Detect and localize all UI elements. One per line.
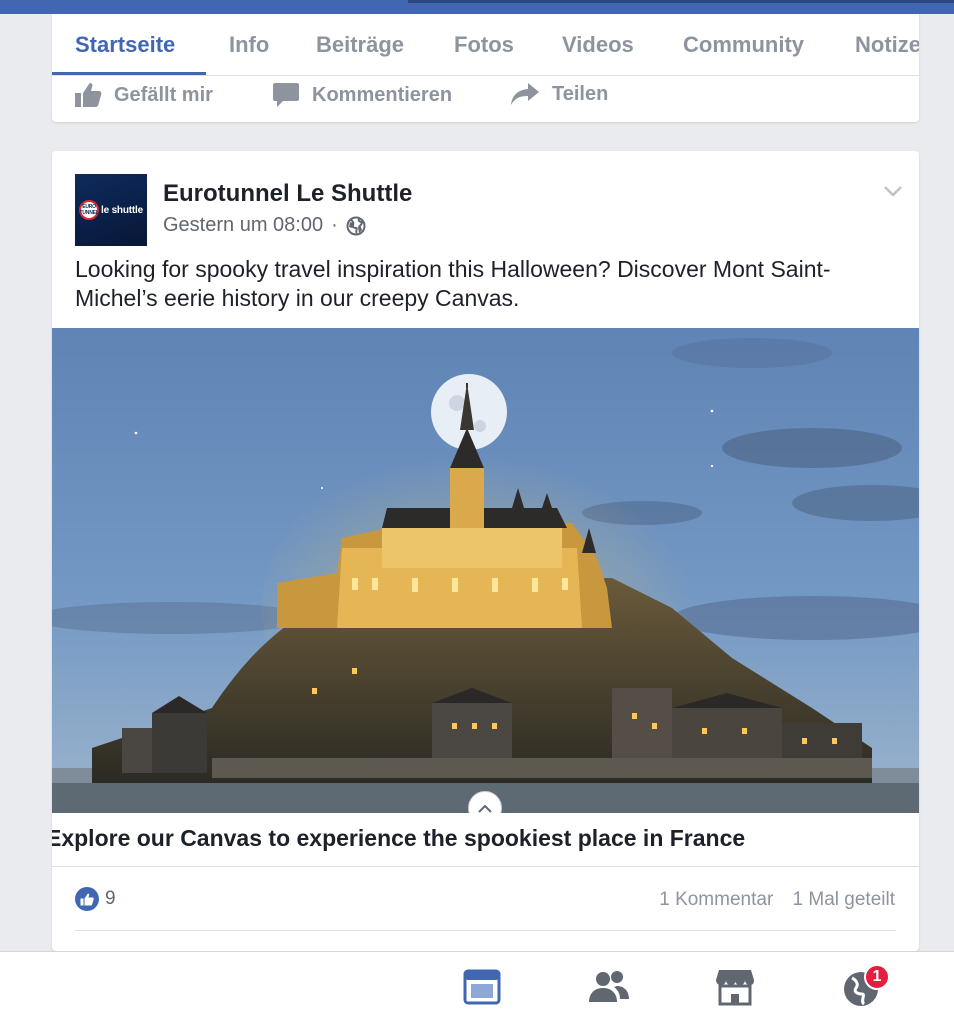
nav-notifications[interactable]: 1 [842,964,890,1013]
tab-startseite[interactable]: Startseite [75,32,175,58]
link-caption-bar[interactable]: Explore our Canvas to experience the spo… [52,813,919,867]
page-name-link[interactable]: Eurotunnel Le Shuttle [163,180,412,208]
friends-icon [589,971,629,1002]
page-action-row: Gefällt mir Kommentieren Teilen [52,76,919,121]
tab-videos[interactable]: Videos [562,32,634,58]
marketplace-icon [716,970,754,1006]
globe-icon [346,216,366,235]
tab-info[interactable]: Info [229,32,269,58]
post-card: EURO TUNNEL le shuttle Eurotunnel Le Shu… [52,151,919,951]
comment-button-label: Kommentieren [312,83,453,106]
comment-button[interactable]: Kommentieren [272,82,452,108]
reactions-summary[interactable]: 9 [75,887,116,911]
chevron-up-icon [478,804,492,813]
like-button-label: Gefällt mir [114,83,213,106]
tab-notizen[interactable]: Notize [855,32,919,58]
comment-count-link[interactable]: 1 Kommentar [659,889,773,910]
active-tab-indicator [52,72,206,75]
post-stats: 9 1 Kommentar 1 Mal geteilt [52,867,919,931]
post-timestamp[interactable]: Gestern um 08:00 [163,214,323,237]
stats-divider [75,930,896,931]
post-options-chevron-icon[interactable] [883,185,903,197]
page-avatar[interactable]: EURO TUNNEL le shuttle [75,174,147,246]
post-image-mont-saint-michel[interactable] [52,328,919,813]
like-button[interactable]: Gefällt mir [74,82,213,108]
post-meta: Gestern um 08:00 · [163,214,366,237]
share-count-link[interactable]: 1 Mal geteilt [793,889,895,910]
eurotunnel-logo: EURO TUNNEL le shuttle [79,200,143,220]
comment-icon [273,83,299,107]
meta-separator: · [331,214,338,236]
notification-badge: 1 [864,964,890,990]
bottom-navigation: 1 [0,951,954,1024]
nav-news-feed[interactable] [463,968,501,1011]
castle-illustration [52,328,919,813]
share-button[interactable]: Teilen [510,82,608,106]
eurotunnel-badge-icon: EURO TUNNEL [79,200,100,220]
tab-beitraege[interactable]: Beiträge [316,32,404,58]
thumbs-up-icon [75,83,102,107]
share-button-label: Teilen [552,82,609,105]
news-feed-icon [463,969,501,1005]
engagement-counts: 1 Kommentar 1 Mal geteilt [659,889,895,911]
like-reaction-icon [75,887,99,911]
top-bar-accent [408,0,954,3]
like-count: 9 [105,888,116,909]
tab-community[interactable]: Community [683,32,804,58]
share-arrow-icon [511,83,539,105]
tab-bar: Startseite Info Beiträge Fotos Videos Co… [52,14,919,76]
top-bar [0,0,954,14]
nav-friends[interactable] [587,968,631,1011]
nav-marketplace[interactable] [715,968,755,1011]
page-tabs-card: Startseite Info Beiträge Fotos Videos Co… [52,14,919,122]
tab-fotos[interactable]: Fotos [454,32,514,58]
avatar-logo-text: le shuttle [101,204,143,216]
link-caption: Explore our Canvas to experience the spo… [52,825,746,851]
post-text: Looking for spooky travel inspiration th… [75,256,831,311]
